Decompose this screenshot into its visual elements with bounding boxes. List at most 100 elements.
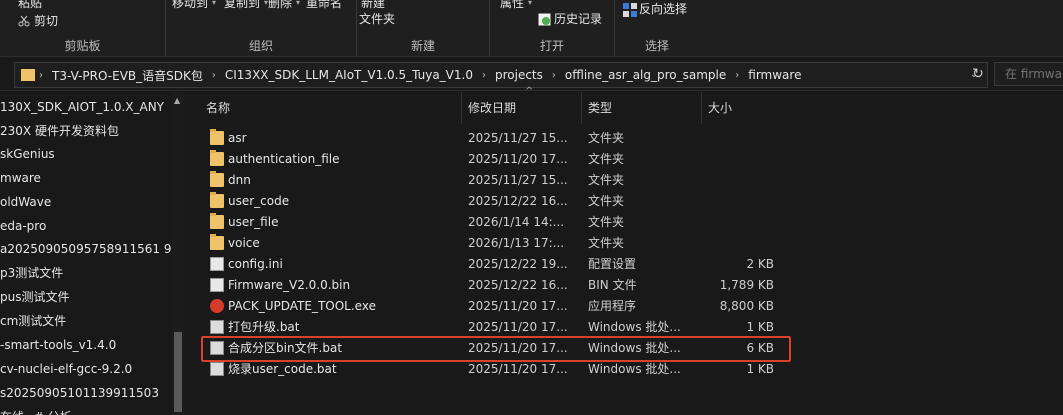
nav-item[interactable]: 在线_ # 分析 [0, 405, 72, 415]
nav-item[interactable]: skGenius [0, 142, 55, 166]
scroll-up-icon[interactable]: ▲ [174, 96, 180, 105]
file-row-highlighted[interactable]: 合成分区bin文件.bat 2025/11/20 17... Windows 批… [200, 338, 790, 359]
folder-icon [210, 129, 224, 145]
file-row[interactable]: dnn 2025/11/27 15... 文件夹 [200, 170, 790, 191]
folder-icon [210, 213, 224, 229]
batch-file-icon [210, 341, 224, 355]
folder-icon [210, 150, 224, 166]
nav-scrollbar-thumb[interactable] [174, 332, 182, 412]
chevron-right-icon[interactable]: › [35, 70, 47, 81]
file-row[interactable]: asr 2025/11/27 15... 文件夹 [200, 128, 790, 149]
nav-item[interactable]: mware [0, 166, 41, 190]
file-row[interactable]: voice 2026/1/13 17:... 文件夹 [200, 233, 790, 254]
ribbon-group-organize: 移动到 ▾ 复制到 ▾ 删除 ▾ 重命名 组织 [166, 0, 357, 56]
file-date: 2025/11/20 17... [468, 152, 568, 166]
breadcrumb-item[interactable]: projects [490, 68, 548, 82]
nav-item[interactable]: cv-nuclei-elf-gcc-9.2.0 [0, 357, 132, 381]
chevron-right-icon[interactable]: › [208, 70, 220, 81]
nav-scrollbar[interactable]: ▲ [172, 92, 184, 415]
search-input[interactable] [1003, 66, 1063, 82]
paste-button[interactable]: 粘贴 [18, 0, 42, 11]
rename-button[interactable]: 重命名 [306, 0, 342, 11]
file-size [700, 128, 774, 149]
batch-file-icon [210, 362, 224, 376]
file-type: 文件夹 [588, 131, 625, 145]
file-type: 文件夹 [588, 152, 625, 166]
chevron-right-icon[interactable]: › [548, 70, 560, 81]
file-size: 1,789 KB [719, 278, 774, 292]
column-header-name[interactable]: 名称 [200, 92, 462, 124]
file-size: 1 KB [746, 320, 774, 334]
file-type: 文件夹 [588, 173, 625, 187]
invert-selection-icon [623, 2, 637, 17]
column-header-date[interactable]: 修改日期 [462, 92, 582, 124]
open-group-title: 打开 [539, 39, 564, 53]
column-header-size[interactable]: 大小 [702, 92, 782, 124]
history-button[interactable]: 历史记录 [538, 10, 602, 27]
nav-item[interactable]: 130X_SDK_AIOT_1.0.X_ANY [0, 95, 164, 119]
nav-item[interactable]: s20250905101139911503 [0, 381, 159, 405]
navigation-pane: 130X_SDK_AIOT_1.0.X_ANY 230X 硬件开发资料包 skG… [0, 92, 186, 415]
file-row[interactable]: 烧录user_code.bat 2025/11/20 17... Windows… [200, 359, 790, 380]
copy-to-button[interactable]: 复制到 ▾ [224, 0, 268, 11]
file-size [700, 149, 774, 170]
properties-button[interactable]: 属性 ▾ [500, 0, 532, 11]
file-type: 配置设置 [588, 257, 637, 271]
column-header-type[interactable]: 类型 [582, 92, 702, 124]
history-icon [538, 13, 551, 25]
file-row[interactable]: config.ini 2025/12/22 19... 配置设置 2 KB [200, 254, 790, 275]
file-date: 2026/1/13 17:... [468, 236, 565, 250]
app-exe-icon [210, 299, 224, 313]
file-date: 2025/11/27 15... [468, 131, 568, 145]
nav-item[interactable]: cm测试文件 [0, 309, 66, 333]
breadcrumb[interactable]: › T3-V-PRO-EVB_语音SDK包 › CI13XX_SDK_LLM_A… [14, 62, 988, 88]
search-box[interactable] [994, 62, 1063, 86]
file-row[interactable]: PACK_UPDATE_TOOL.exe 2025/11/20 17... 应用… [200, 296, 790, 317]
folder-icon [210, 234, 224, 250]
file-row[interactable]: authentication_file 2025/11/20 17... 文件夹 [200, 149, 790, 170]
delete-button[interactable]: 删除 ▾ [268, 0, 300, 11]
breadcrumb-item[interactable]: CI13XX_SDK_LLM_AIoT_V1.0.5_Tuya_V1.0 [220, 68, 478, 82]
file-name: user_file [228, 215, 279, 229]
file-type: 应用程序 [588, 299, 637, 313]
nav-item[interactable]: p3测试文件 [0, 261, 63, 285]
file-row[interactable]: Firmware_V2.0.0.bin 2025/12/22 16... BIN… [200, 275, 790, 296]
breadcrumb-item-current[interactable]: firmware [743, 68, 806, 82]
file-type: 文件夹 [588, 194, 625, 208]
file-size [700, 170, 774, 191]
ribbon-group-clipboard: 粘贴 剪切 剪贴板 [0, 0, 166, 56]
file-size [700, 191, 774, 212]
move-to-button[interactable]: 移动到 ▾ [172, 0, 216, 11]
nav-item[interactable]: pus测试文件 [0, 285, 69, 309]
nav-item[interactable]: -smart-tools_v1.4.0 [0, 333, 116, 357]
chevron-right-icon[interactable]: › [478, 70, 490, 81]
file-row[interactable]: 打包升级.bat 2025/11/20 17... Windows 批处... … [200, 317, 790, 338]
breadcrumb-item[interactable]: offline_asr_alg_pro_sample [560, 68, 731, 82]
clipboard-group-title: 剪贴板 [64, 39, 101, 53]
file-type: 文件夹 [588, 236, 625, 250]
file-type: Windows 批处... [588, 341, 681, 355]
chevron-right-icon[interactable]: › [731, 70, 743, 81]
file-date: 2025/12/22 16... [468, 278, 568, 292]
cut-button[interactable]: 剪切 [18, 12, 58, 29]
new-folder-button[interactable]: 文件夹 [359, 10, 395, 27]
nav-item[interactable]: eda-pro [0, 214, 46, 238]
file-row[interactable]: user_code 2025/12/22 16... 文件夹 [200, 191, 790, 212]
file-name: Firmware_V2.0.0.bin [228, 278, 351, 292]
file-date: 2025/11/20 17... [468, 362, 568, 376]
refresh-button[interactable]: ↻ [966, 62, 990, 86]
chevron-down-icon: ▾ [212, 0, 217, 7]
file-name: 烧录user_code.bat [228, 362, 337, 376]
file-size [700, 212, 774, 233]
file-type: 文件夹 [588, 215, 625, 229]
nav-item[interactable]: a20250905095758911561 9 [0, 237, 172, 261]
file-name: dnn [228, 173, 251, 187]
nav-item[interactable]: 230X 硬件开发资料包 [0, 119, 119, 143]
breadcrumb-item[interactable]: T3-V-PRO-EVB_语音SDK包 [47, 67, 208, 84]
file-name: voice [228, 236, 260, 250]
file-row[interactable]: user_file 2026/1/14 14:... 文件夹 [200, 212, 790, 233]
file-name: 合成分区bin文件.bat [228, 341, 343, 355]
nav-item[interactable]: oldWave [0, 190, 51, 214]
chevron-down-icon: ▾ [528, 0, 533, 7]
invert-selection-button[interactable]: 反向选择 [623, 0, 687, 17]
